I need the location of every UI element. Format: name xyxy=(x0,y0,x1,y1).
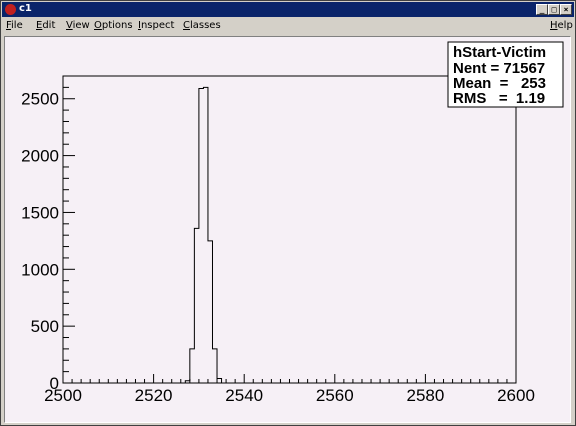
close-button[interactable]: × xyxy=(560,4,572,15)
plot-frame xyxy=(62,75,517,384)
menu-view[interactable]: View xyxy=(66,20,90,31)
y-tick-label: 0 xyxy=(50,374,59,393)
histogram-plot[interactable]: 2500 2520 2540 2560 2580 2600 0 500 1000 1500 200… xyxy=(5,37,572,424)
canvas-area[interactable]: 2500 2520 2540 2560 2580 2600 0 500 1000 1500 200… xyxy=(4,36,571,423)
y-tick-label: 1500 xyxy=(21,203,59,222)
y-tick-label: 1000 xyxy=(21,260,59,279)
x-tick-label: 2600 xyxy=(497,386,535,405)
menu-edit[interactable]: Edit xyxy=(36,20,55,31)
title-bar[interactable]: c1 _ □ × xyxy=(2,2,574,17)
menu-inspect[interactable]: Inspect xyxy=(138,20,174,31)
root-canvas-window: c1 _ □ × File Edit View Options Inspect … xyxy=(0,0,576,426)
stats-box[interactable]: hStart-Victim Nent = 71567 Mean = 253 RM… xyxy=(447,41,565,109)
app-icon xyxy=(5,4,16,15)
x-tick-label: 2520 xyxy=(135,386,173,405)
x-tick-label: 2580 xyxy=(406,386,444,405)
menu-options[interactable]: Options xyxy=(94,20,133,31)
menu-file[interactable]: File xyxy=(6,20,23,31)
window-title: c1 xyxy=(19,3,32,14)
menu-help[interactable]: Help xyxy=(550,20,573,31)
stats-name: hStart-Victim xyxy=(453,44,546,61)
y-tick-label: 2000 xyxy=(21,147,59,166)
minimize-button[interactable]: _ xyxy=(536,4,548,15)
maximize-button[interactable]: □ xyxy=(548,4,560,15)
stats-rms: RMS = 1.19 xyxy=(453,90,545,107)
x-tick-label: 2540 xyxy=(225,386,263,405)
menu-bar: File Edit View Options Inspect Classes H… xyxy=(2,18,574,34)
y-tick-label: 2500 xyxy=(21,90,59,109)
menu-classes[interactable]: Classes xyxy=(183,20,221,31)
x-tick-label: 2560 xyxy=(316,386,354,405)
y-tick-label: 500 xyxy=(31,317,59,336)
